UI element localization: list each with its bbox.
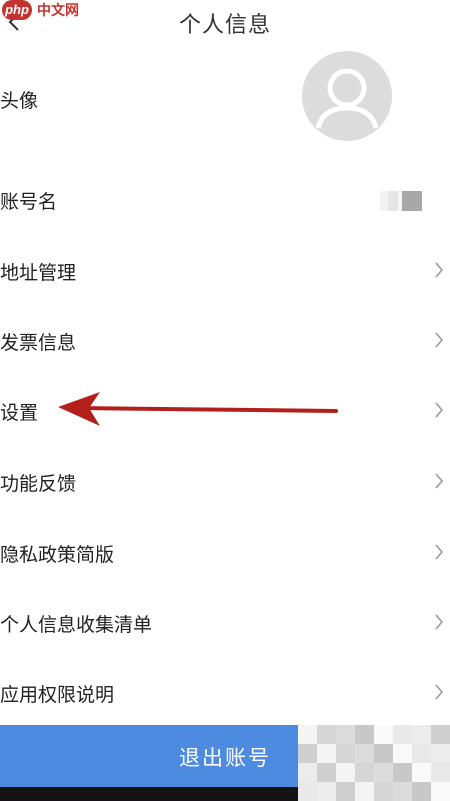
mosaic-cell xyxy=(412,744,431,763)
mosaic-cell xyxy=(355,763,374,782)
watermark-logo: php xyxy=(2,0,32,20)
mosaic-cell xyxy=(431,763,450,782)
menu-item-data-collection-list[interactable]: 个人信息收集清单 xyxy=(0,587,450,657)
mosaic-cell xyxy=(336,763,355,782)
mosaic-cell xyxy=(412,782,431,801)
chevron-right-icon xyxy=(435,684,444,700)
menu-item-label: 个人信息收集清单 xyxy=(0,614,153,636)
mosaic-cell xyxy=(336,744,355,763)
avatar-label: 头像 xyxy=(0,90,39,112)
chevron-right-icon xyxy=(435,544,444,560)
menu-item-privacy-policy[interactable]: 隐私政策简版 xyxy=(0,517,450,587)
site-watermark: php 中文网 xyxy=(2,0,81,20)
mosaic-cell xyxy=(431,725,450,744)
mosaic-cell xyxy=(431,744,450,763)
pixelated-redaction xyxy=(298,725,450,801)
personal-info-screen: php 中文网 个人信息 头像 账号名 地址管理 发票信息 设置 功能反馈 隐私… xyxy=(0,0,450,801)
mosaic-cell xyxy=(355,725,374,744)
menu-item-invoice[interactable]: 发票信息 xyxy=(0,305,450,375)
mosaic-cell xyxy=(298,782,317,801)
mosaic-cell xyxy=(393,744,412,763)
mosaic-cell xyxy=(317,725,336,744)
mosaic-cell xyxy=(374,782,393,801)
account-name-label: 账号名 xyxy=(0,191,58,213)
menu-item-feedback[interactable]: 功能反馈 xyxy=(0,445,450,517)
mosaic-cell xyxy=(412,763,431,782)
chevron-right-icon xyxy=(435,262,444,278)
bottom-black-strip xyxy=(0,787,298,801)
menu-item-settings[interactable]: 设置 xyxy=(0,375,450,445)
mosaic-cell xyxy=(336,725,355,744)
mosaic-cell xyxy=(355,744,374,763)
mosaic-cell xyxy=(317,744,336,763)
mosaic-cell xyxy=(393,725,412,744)
chevron-right-icon xyxy=(435,402,444,418)
mosaic-cell xyxy=(317,782,336,801)
menu-item-label: 地址管理 xyxy=(0,262,77,284)
chevron-right-icon xyxy=(435,332,444,348)
mosaic-cell xyxy=(317,763,336,782)
mosaic-cell xyxy=(393,782,412,801)
menu-item-label: 隐私政策简版 xyxy=(0,544,115,566)
mosaic-cell xyxy=(374,725,393,744)
chevron-right-icon xyxy=(435,473,444,489)
menu-item-address[interactable]: 地址管理 xyxy=(0,235,450,305)
watermark-text: 中文网 xyxy=(35,0,81,20)
menu-item-app-permissions[interactable]: 应用权限说明 xyxy=(0,657,450,725)
menu-item-label: 应用权限说明 xyxy=(0,684,115,706)
mosaic-cell xyxy=(298,725,317,744)
mosaic-cell xyxy=(431,782,450,801)
avatar[interactable] xyxy=(302,51,392,141)
menu-item-label: 功能反馈 xyxy=(0,473,77,495)
mosaic-cell xyxy=(374,744,393,763)
mosaic-cell xyxy=(412,725,431,744)
default-user-avatar-icon xyxy=(302,51,392,141)
chevron-right-icon xyxy=(435,614,444,630)
mosaic-cell xyxy=(393,763,412,782)
account-name-value-redacted xyxy=(380,191,422,211)
menu-item-label: 发票信息 xyxy=(0,332,77,354)
menu-item-label: 设置 xyxy=(0,402,39,424)
mosaic-cell xyxy=(355,782,374,801)
mosaic-cell xyxy=(298,744,317,763)
mosaic-cell xyxy=(298,763,317,782)
mosaic-cell xyxy=(336,782,355,801)
mosaic-cell xyxy=(374,763,393,782)
